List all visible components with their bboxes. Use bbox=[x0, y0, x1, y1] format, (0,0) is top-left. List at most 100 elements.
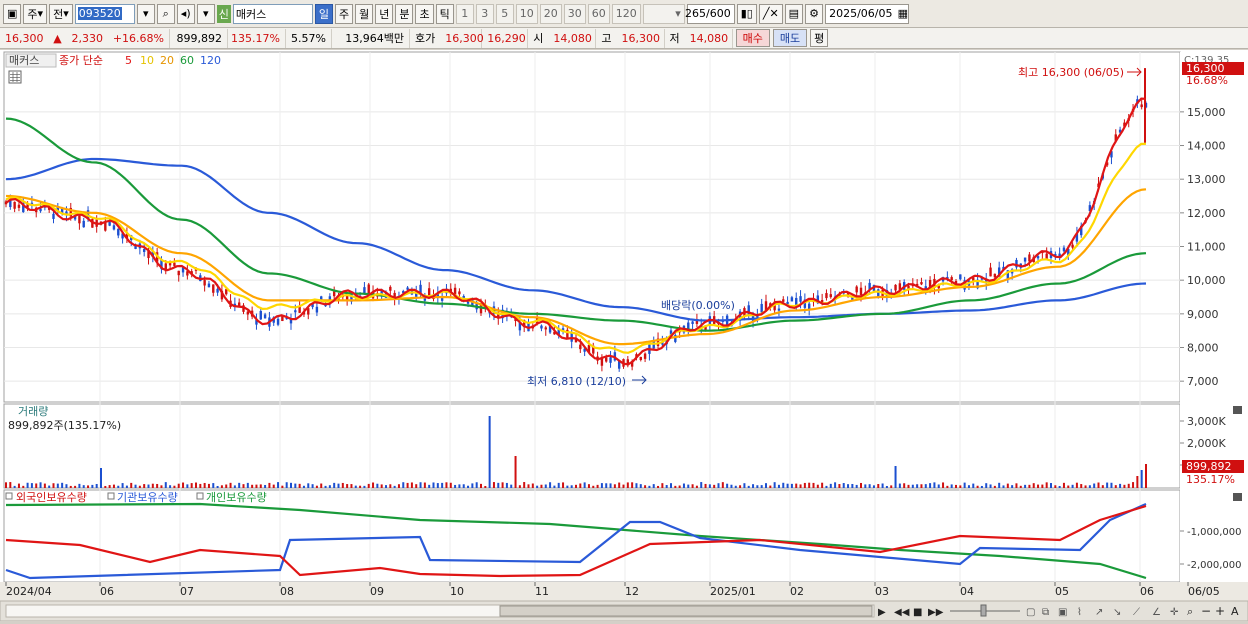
search-icon[interactable]: ⌕ bbox=[1187, 605, 1193, 618]
interval-20[interactable]: 20 bbox=[539, 3, 562, 24]
tab-minute[interactable]: 분 bbox=[395, 3, 414, 24]
ma-120-legend[interactable]: 120 bbox=[200, 54, 221, 67]
interval-120[interactable]: 120 bbox=[611, 3, 641, 24]
volume-bar bbox=[56, 483, 59, 488]
calendar-icon[interactable]: ▦ bbox=[898, 7, 908, 20]
volume-bar bbox=[143, 484, 146, 488]
price-tick-label: 7,000 bbox=[1187, 375, 1219, 388]
line-draw-icon[interactable]: ╱✕ bbox=[758, 3, 783, 24]
zoom-in-icon[interactable]: + bbox=[1215, 604, 1225, 618]
tab-second[interactable]: 초 bbox=[415, 3, 434, 24]
holding-tick-label: -1,000,000 bbox=[1187, 527, 1242, 538]
trend-up-icon[interactable]: ↗ bbox=[1095, 607, 1103, 618]
volume-bar bbox=[238, 482, 241, 488]
institution-legend[interactable]: 기관보유수량 bbox=[117, 491, 178, 504]
tab-month[interactable]: 월 bbox=[355, 3, 374, 24]
chart-type-icon[interactable]: ▣ bbox=[3, 3, 22, 24]
speaker-icon[interactable]: ◂) bbox=[176, 3, 195, 24]
scroll-thumb[interactable] bbox=[499, 605, 873, 617]
table-icon[interactable] bbox=[8, 70, 22, 84]
cross-tool-icon[interactable]: ✛ bbox=[1170, 607, 1179, 618]
stock-chart[interactable]: 매커스 종가 단순 5 10 20 60 120 최고 16,300 (06/0… bbox=[0, 50, 1248, 622]
interval-30[interactable]: 30 bbox=[563, 3, 586, 24]
forward-icon[interactable]: ▶▶ bbox=[928, 607, 944, 618]
interval-10[interactable]: 10 bbox=[515, 3, 538, 24]
volume-bar bbox=[216, 485, 219, 488]
volume-bar bbox=[432, 482, 435, 488]
line-tool-icon[interactable]: ⟋ bbox=[1133, 607, 1140, 618]
interval-60[interactable]: 60 bbox=[587, 3, 610, 24]
options-dropdown[interactable]: ▾ bbox=[196, 3, 215, 24]
candle bbox=[104, 222, 107, 231]
holding-close-icon[interactable] bbox=[1233, 493, 1242, 501]
gear-icon[interactable]: ⚙ bbox=[805, 3, 824, 24]
window-icon[interactable]: ▢ bbox=[1026, 607, 1035, 618]
volume-bar bbox=[1119, 483, 1122, 488]
tab-tick[interactable]: 틱 bbox=[435, 3, 454, 24]
ma-10-legend[interactable]: 10 bbox=[140, 54, 154, 67]
price-change-value: 2,330 bbox=[71, 31, 104, 45]
volume-bar bbox=[924, 484, 927, 488]
zoom-slider-handle[interactable] bbox=[980, 604, 987, 617]
volume-bar bbox=[328, 485, 331, 488]
volume-bar bbox=[467, 485, 470, 488]
tab-year[interactable]: 년 bbox=[375, 3, 394, 24]
interval-1[interactable]: 1 bbox=[455, 3, 474, 24]
ma-20-legend[interactable]: 20 bbox=[160, 54, 174, 67]
volume-close-icon[interactable] bbox=[1233, 406, 1242, 414]
institution-checkbox[interactable] bbox=[107, 492, 115, 500]
volume-bar bbox=[980, 485, 983, 488]
volume-bar bbox=[346, 484, 349, 488]
price-tick-label: 13,000 bbox=[1187, 173, 1226, 186]
volume-bar bbox=[61, 482, 64, 488]
interval-5[interactable]: 5 bbox=[495, 3, 514, 24]
open-price: 14,080 bbox=[548, 28, 597, 48]
trend-down-icon[interactable]: ↘ bbox=[1113, 607, 1121, 618]
individual-legend[interactable]: 개인보유수량 bbox=[206, 491, 267, 504]
ma-60-legend[interactable]: 60 bbox=[180, 54, 194, 67]
prev-button[interactable]: 전 ▾ bbox=[49, 3, 73, 24]
volume-bar bbox=[186, 484, 189, 488]
layout-icon[interactable]: ⧉ bbox=[1042, 607, 1049, 618]
volume-bar bbox=[527, 484, 530, 488]
stock-name-field[interactable]: 매커스 bbox=[232, 3, 313, 24]
foreign-legend[interactable]: 외국인보유수량 bbox=[16, 491, 87, 504]
date-input[interactable]: 2025/06/05 ▦ bbox=[825, 3, 910, 24]
tab-week[interactable]: 주 bbox=[334, 3, 354, 24]
foreign-checkbox[interactable] bbox=[5, 492, 13, 500]
volume-bar bbox=[74, 485, 77, 488]
buy-button[interactable]: 매수 bbox=[735, 29, 770, 47]
auto-scale-icon[interactable]: A bbox=[1231, 605, 1239, 618]
volume-bar bbox=[65, 484, 68, 488]
code-dropdown-button[interactable]: ▾ bbox=[136, 3, 155, 24]
candle-icon[interactable]: ▮▯ bbox=[736, 3, 757, 24]
interval-dropdown[interactable]: ▾ bbox=[642, 3, 685, 24]
volume-bar bbox=[700, 482, 703, 488]
search-icon[interactable]: ⌕ bbox=[156, 3, 175, 24]
save-icon[interactable]: ▤ bbox=[784, 3, 804, 24]
sell-button[interactable]: 매도 bbox=[772, 29, 808, 47]
zoom-out-icon[interactable]: − bbox=[1201, 604, 1211, 618]
play-icon[interactable]: ▶ bbox=[878, 607, 886, 618]
ma-5-legend[interactable]: 5 bbox=[125, 54, 132, 67]
bar-count-value: 265 bbox=[685, 7, 707, 20]
stop-icon[interactable]: ■ bbox=[913, 607, 922, 618]
rewind-icon[interactable]: ◀◀ bbox=[894, 607, 910, 618]
angle-tool-icon[interactable]: ∠ bbox=[1152, 607, 1161, 618]
split-icon[interactable]: ▣ bbox=[1058, 607, 1067, 618]
volume-bar bbox=[592, 485, 595, 488]
volume-bar bbox=[1145, 464, 1147, 488]
eval-button[interactable]: 평 bbox=[810, 29, 829, 47]
individual-checkbox[interactable] bbox=[196, 492, 204, 500]
chart-icon[interactable]: ⌇ bbox=[1077, 607, 1082, 618]
tab-day[interactable]: 일 bbox=[314, 3, 333, 24]
x-axis-label: 10 bbox=[450, 585, 464, 598]
candle bbox=[605, 357, 608, 362]
interval-3[interactable]: 3 bbox=[475, 3, 494, 24]
chart-area[interactable]: 매커스 종가 단순 5 10 20 60 120 최고 16,300 (06/0… bbox=[0, 50, 1248, 622]
stock-code-input[interactable]: 093520 bbox=[74, 3, 135, 24]
bar-count-input[interactable]: 265/600 bbox=[685, 3, 735, 24]
period-prefix-select[interactable]: 주 ▾ bbox=[23, 3, 48, 24]
volume-bar bbox=[17, 483, 20, 488]
volume-bar bbox=[380, 484, 383, 488]
